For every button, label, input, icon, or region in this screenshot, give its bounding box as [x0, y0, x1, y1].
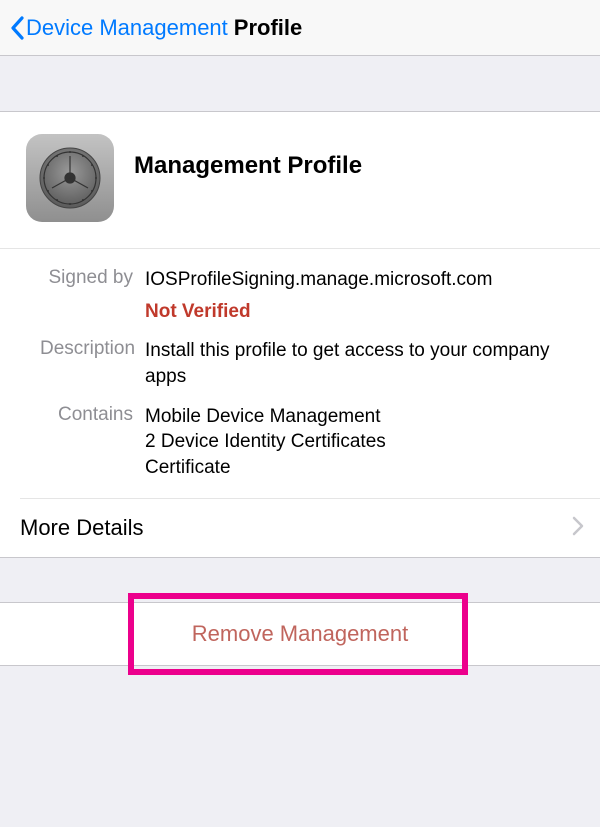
signed-by-label: Signed by	[40, 267, 145, 324]
page-title: Profile	[234, 15, 302, 41]
verification-status: Not Verified	[145, 299, 580, 325]
spacer	[0, 558, 600, 602]
profile-card: Management Profile Signed by IOSProfileS…	[0, 111, 600, 558]
contains-line: Mobile Device Management	[145, 404, 580, 430]
contains-line: Certificate	[145, 455, 580, 481]
detail-section: Signed by IOSProfileSigning.manage.micro…	[20, 249, 600, 499]
contains-label: Contains	[40, 404, 145, 481]
description-label: Description	[40, 338, 145, 389]
contains-value: Mobile Device Management 2 Device Identi…	[145, 404, 580, 481]
chevron-left-icon	[8, 13, 26, 43]
signer-text: IOSProfileSigning.manage.microsoft.com	[145, 267, 580, 293]
description-row: Description Install this profile to get …	[40, 338, 580, 389]
profile-title: Management Profile	[134, 152, 362, 180]
spacer	[0, 56, 600, 111]
remove-management-button[interactable]: Remove Management	[0, 602, 600, 666]
more-details-row[interactable]: More Details	[0, 499, 600, 557]
signed-by-value: IOSProfileSigning.manage.microsoft.com N…	[145, 267, 580, 324]
signed-by-row: Signed by IOSProfileSigning.manage.micro…	[40, 267, 580, 324]
back-label: Device Management	[26, 15, 228, 41]
contains-line: 2 Device Identity Certificates	[145, 429, 580, 455]
profile-header: Management Profile	[0, 112, 600, 249]
back-button[interactable]: Device Management	[8, 13, 228, 43]
chevron-right-icon	[572, 516, 584, 541]
description-value: Install this profile to get access to yo…	[145, 338, 580, 389]
gear-icon	[26, 134, 114, 222]
more-details-label: More Details	[20, 515, 143, 541]
remove-label: Remove Management	[192, 621, 408, 646]
nav-bar: Device Management Profile	[0, 0, 600, 56]
contains-row: Contains Mobile Device Management 2 Devi…	[40, 404, 580, 481]
